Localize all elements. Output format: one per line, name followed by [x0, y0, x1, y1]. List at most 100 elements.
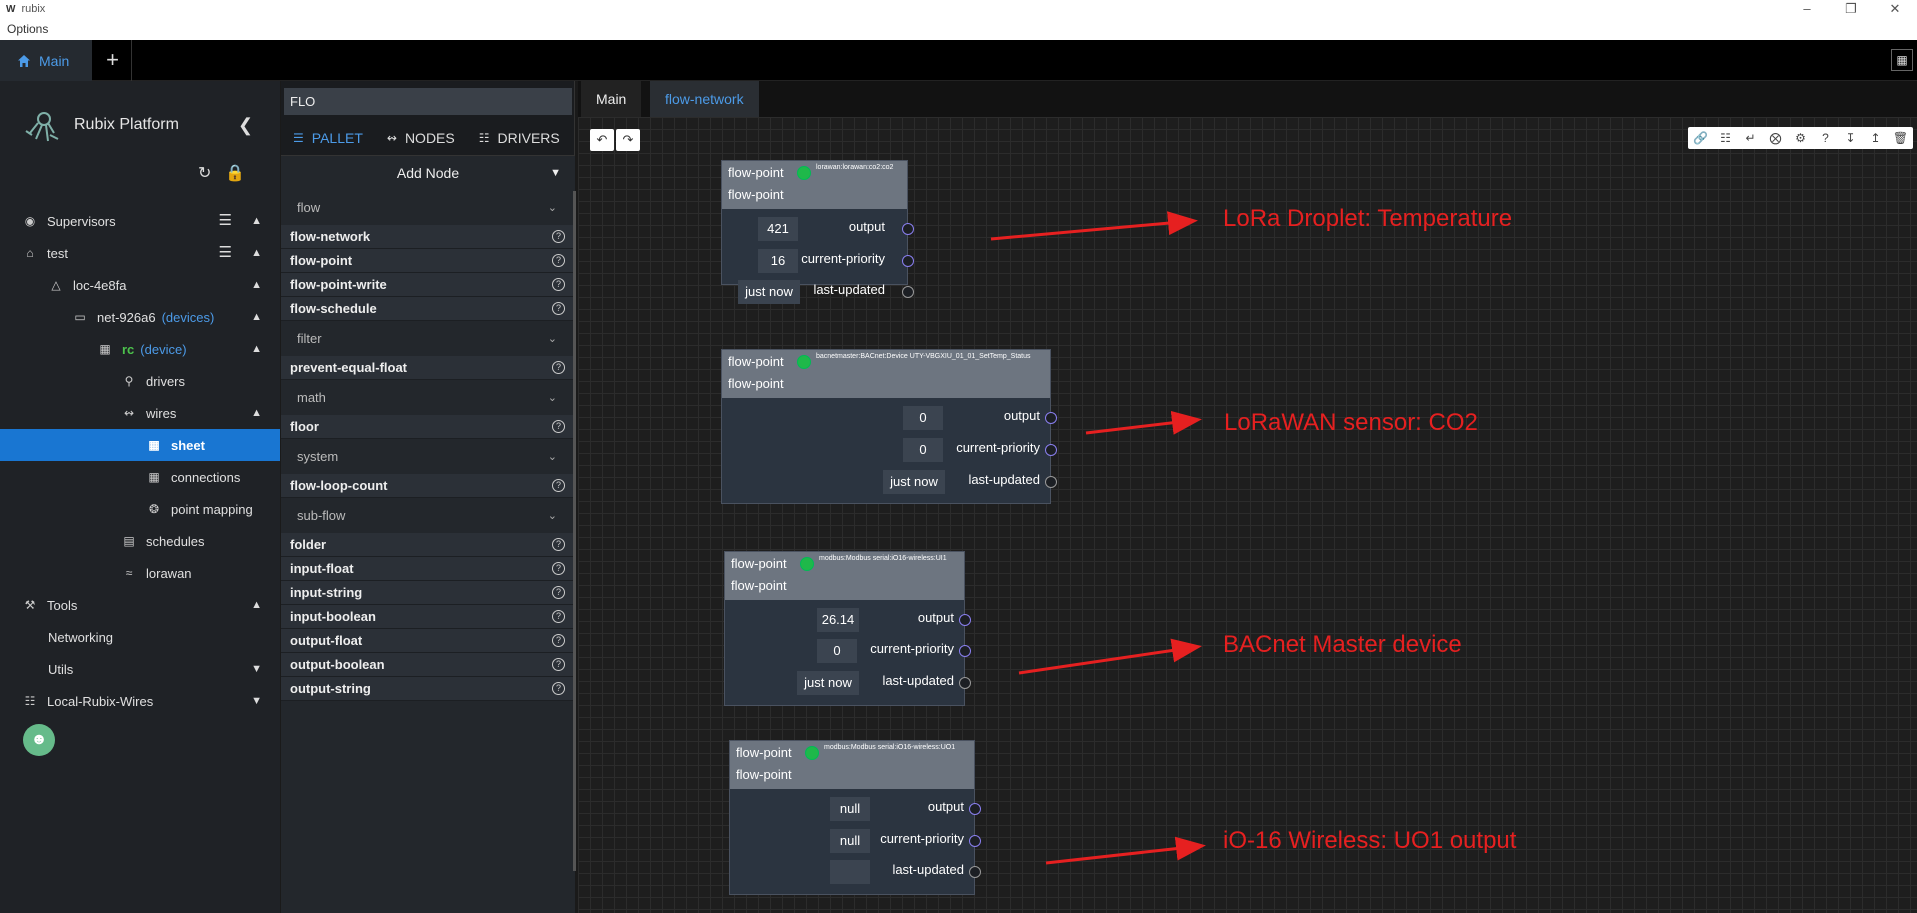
- collapse-sidebar-icon[interactable]: ❮: [238, 115, 253, 136]
- palette-item[interactable]: floor?: [281, 415, 575, 439]
- help-icon[interactable]: ?: [552, 254, 565, 267]
- wires-canvas[interactable]: ↶ ↷ 🔗 ☷ ↵ ⨂ ⚙ ? ↧ ↥ 🗑 flow-point lorawan…: [578, 117, 1917, 913]
- chevron-up-icon[interactable]: ▲: [251, 205, 262, 237]
- palette-item[interactable]: flow-loop-count?: [281, 474, 575, 498]
- palette-item[interactable]: input-float?: [281, 557, 575, 581]
- tree-item-label: loc-4e8fa: [73, 277, 127, 293]
- layout-icon[interactable]: ▦: [1891, 49, 1913, 71]
- tree-item-location[interactable]: △ loc-4e8fa ▲: [0, 269, 280, 301]
- close-icon[interactable]: ✕: [1873, 0, 1917, 18]
- help-icon[interactable]: ?: [552, 586, 565, 599]
- help-icon[interactable]: ?: [552, 420, 565, 433]
- add-node-dropdown[interactable]: Add Node ▼: [281, 156, 575, 190]
- menu-options[interactable]: Options: [0, 18, 1917, 40]
- tree-item-lorawan[interactable]: ≈ lorawan: [0, 557, 280, 589]
- tree-item-tools[interactable]: ⚒ Tools ▲: [0, 589, 280, 621]
- help-icon[interactable]: ?: [552, 562, 565, 575]
- palette-scrollbar[interactable]: [573, 191, 576, 871]
- palette-body: Add Node ▼ flow ⌄ flow-network? flow-poin…: [281, 155, 575, 913]
- tree-item-drivers[interactable]: ⚲ drivers: [0, 365, 280, 397]
- palette-item[interactable]: folder?: [281, 533, 575, 557]
- palette-item[interactable]: output-string?: [281, 677, 575, 701]
- tree-item-local-rubix-wires[interactable]: ☷ Local-Rubix-Wires ▼: [0, 685, 280, 717]
- tree-item-sublabel: (devices): [161, 309, 215, 325]
- tree-item-network[interactable]: ▭ net-926a6 (devices) ▲: [0, 301, 280, 333]
- add-tab-button[interactable]: +: [94, 40, 132, 81]
- chevron-up-icon[interactable]: ▲: [251, 397, 262, 429]
- menu-icon[interactable]: ☰: [219, 237, 232, 269]
- chevron-up-icon[interactable]: ▲: [251, 269, 262, 301]
- tab-pallet[interactable]: ☰ PALLET: [281, 121, 375, 155]
- chevron-up-icon[interactable]: ▲: [251, 333, 262, 365]
- tree-item-label: connections: [171, 469, 241, 485]
- tree-item-sheet[interactable]: ▦ sheet: [0, 429, 280, 461]
- palette-item[interactable]: flow-point-write?: [281, 273, 575, 297]
- help-icon[interactable]: ?: [552, 278, 565, 291]
- tree-item-connections[interactable]: ▦ connections: [0, 461, 280, 493]
- help-icon[interactable]: ?: [552, 658, 565, 671]
- refresh-icon[interactable]: ↻: [198, 163, 211, 183]
- chevron-down-icon: ⌄: [547, 392, 557, 404]
- chevron-down-icon[interactable]: ▼: [251, 653, 262, 685]
- annotation-arrow: [1085, 410, 1202, 435]
- category-flow[interactable]: flow ⌄: [281, 190, 575, 225]
- sidebar-actions: ↻ 🔒: [198, 163, 245, 183]
- palette-item[interactable]: flow-point?: [281, 249, 575, 273]
- palette-item[interactable]: prevent-equal-float?: [281, 356, 575, 380]
- chevron-down-icon[interactable]: ▼: [251, 685, 262, 717]
- help-icon[interactable]: ?: [552, 361, 565, 374]
- palette-item[interactable]: input-boolean?: [281, 605, 575, 629]
- chevron-down-icon: ⌄: [547, 510, 557, 522]
- palette-item-label: flow-schedule: [290, 301, 377, 316]
- app-icon: W: [6, 3, 16, 15]
- chevron-down-icon: ⌄: [547, 333, 557, 345]
- tab-flow-network[interactable]: flow-network: [650, 81, 759, 117]
- tree-item-supervisors[interactable]: ◉ Supervisors ☰ ▲: [0, 205, 280, 237]
- help-icon[interactable]: ?: [552, 634, 565, 647]
- chevron-up-icon[interactable]: ▲: [251, 237, 262, 269]
- tree-item-wires[interactable]: ↭ wires ▲: [0, 397, 280, 429]
- palette-item[interactable]: flow-network?: [281, 225, 575, 249]
- palette-item[interactable]: input-string?: [281, 581, 575, 605]
- tab-drivers[interactable]: ☷ DRIVERS: [467, 121, 572, 155]
- category-system[interactable]: system ⌄: [281, 439, 575, 474]
- tree-item-label: lorawan: [146, 565, 192, 581]
- category-filter[interactable]: filter ⌄: [281, 321, 575, 356]
- tab-label: PALLET: [311, 130, 363, 146]
- help-icon[interactable]: ?: [552, 610, 565, 623]
- help-icon[interactable]: ?: [552, 682, 565, 695]
- chevron-up-icon[interactable]: ▲: [251, 301, 262, 333]
- add-node-label: Add Node: [396, 165, 460, 181]
- tab-nodes[interactable]: ↭ NODES: [375, 121, 467, 155]
- category-math[interactable]: math ⌄: [281, 380, 575, 415]
- help-icon[interactable]: ?: [552, 538, 565, 551]
- palette-tabs: ☰ PALLET ↭ NODES ☷ DRIVERS: [281, 121, 575, 155]
- palette-item[interactable]: flow-schedule?: [281, 297, 575, 321]
- annotation-arrows: [990, 211, 1206, 865]
- annotation-arrow: [1045, 836, 1206, 865]
- brand: Rubix Platform: [22, 105, 179, 145]
- user-avatar-icon[interactable]: ☻: [23, 724, 55, 756]
- help-icon[interactable]: ?: [552, 479, 565, 492]
- category-sub-flow[interactable]: sub-flow ⌄: [281, 498, 575, 533]
- menu-icon[interactable]: ☰: [219, 205, 232, 237]
- chevron-up-icon[interactable]: ▲: [251, 589, 262, 621]
- tab-canvas-main[interactable]: Main: [581, 81, 642, 117]
- tab-main[interactable]: Main: [0, 40, 92, 81]
- tree-item-point-mapping[interactable]: ❂ point mapping: [0, 493, 280, 525]
- chevron-down-icon: ⌄: [547, 451, 557, 463]
- tree-item-device[interactable]: ▦ rc (device) ▲: [0, 333, 280, 365]
- tree-item-utils[interactable]: Utils ▼: [0, 653, 280, 685]
- tree-item-schedules[interactable]: ▤ schedules: [0, 525, 280, 557]
- palette-item[interactable]: output-boolean?: [281, 653, 575, 677]
- palette-item[interactable]: output-float?: [281, 629, 575, 653]
- restore-icon[interactable]: ❐: [1829, 0, 1873, 18]
- palette-search-input[interactable]: FLO: [284, 88, 572, 115]
- mapping-icon: ❂: [148, 502, 160, 516]
- tree-item-test[interactable]: ⌂ test ☰ ▲: [0, 237, 280, 269]
- tree-item-networking[interactable]: Networking: [0, 621, 280, 653]
- help-icon[interactable]: ?: [552, 302, 565, 315]
- minimize-icon[interactable]: –: [1785, 0, 1829, 18]
- lock-icon[interactable]: 🔒: [225, 163, 245, 183]
- help-icon[interactable]: ?: [552, 230, 565, 243]
